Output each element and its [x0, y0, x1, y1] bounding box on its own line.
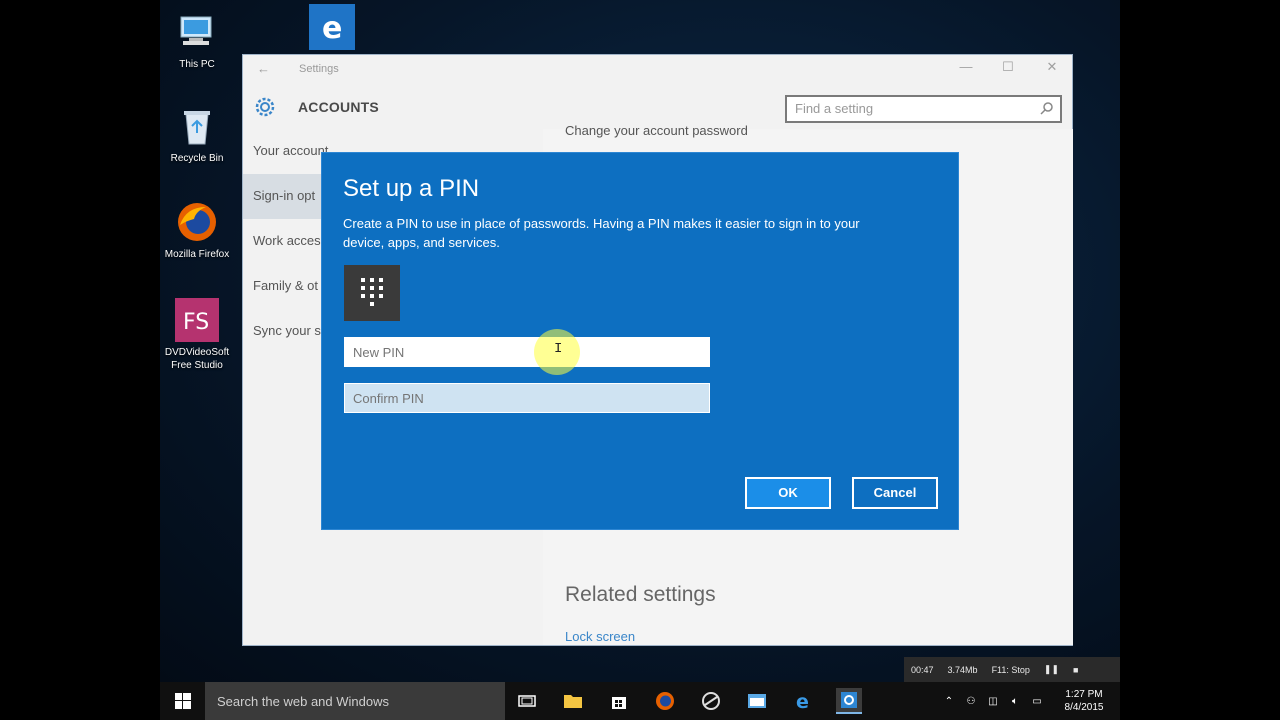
computer-icon — [175, 10, 219, 54]
volume-icon[interactable]: 🔈︎ — [1004, 696, 1026, 707]
desktop-icon-this-pc[interactable]: This PC — [160, 10, 235, 71]
window-app-taskbar-icon[interactable] — [744, 688, 770, 714]
clock[interactable]: 1:27 PM 8/4/2015 — [1048, 688, 1120, 714]
file-explorer-icon[interactable] — [560, 688, 586, 714]
edge-icon: e — [309, 4, 355, 50]
taskbar-search-placeholder: Search the web and Windows — [217, 694, 389, 709]
sidebar-item-label: Family & ot — [253, 278, 319, 293]
system-tray: ⌃ ⚇ ◫ 🔈︎ ▭ 1:27 PM 8/4/2015 — [938, 682, 1120, 720]
gear-icon — [253, 95, 277, 124]
taskbar-search-box[interactable]: Search the web and Windows — [205, 682, 505, 720]
taskbar: Search the web and Windows e ⌃ ⚇ ◫ 🔈︎ ▭ … — [160, 682, 1120, 720]
desktop-icon-label: Mozilla Firefox — [164, 249, 230, 260]
windows-logo-icon — [174, 693, 191, 709]
sidebar-item-label: Sync your s — [253, 323, 321, 338]
free-studio-icon: FS — [175, 298, 219, 342]
minimize-icon[interactable]: — — [951, 59, 981, 74]
settings-titlebar: ← Settings — ☐ ✕ — [243, 55, 1072, 83]
chevron-up-icon[interactable]: ⌃ — [938, 696, 960, 707]
lock-screen-link[interactable]: Lock screen — [565, 629, 635, 644]
desktop-icon-edge-shortcut[interactable]: e — [304, 4, 360, 54]
page-title: ACCOUNTS — [298, 99, 379, 115]
set-up-pin-dialog: Set up a PIN Create a PIN to use in plac… — [321, 152, 959, 530]
task-view-icon[interactable] — [514, 688, 540, 714]
action-center-icon[interactable]: ▭ — [1026, 696, 1048, 707]
recorder-size: 3.74Mb — [947, 664, 978, 675]
desktop-icon-firefox[interactable]: Mozilla Firefox — [160, 200, 235, 261]
confirm-pin-input[interactable] — [344, 383, 710, 413]
change-password-text: Change your account password — [565, 123, 748, 138]
related-settings-heading: Related settings — [565, 583, 716, 606]
back-arrow-icon[interactable]: ← — [257, 61, 270, 76]
cancel-button[interactable]: Cancel — [852, 477, 938, 509]
text-cursor-icon: I — [554, 341, 563, 357]
recorder-time: 00:47 — [911, 664, 934, 675]
ok-button[interactable]: OK — [745, 477, 831, 509]
clock-date: 8/4/2015 — [1064, 702, 1104, 713]
network-icon[interactable]: ◫ — [982, 696, 1004, 707]
dialog-description: Create a PIN to use in place of password… — [343, 216, 860, 250]
settings-taskbar-icon[interactable] — [836, 688, 862, 714]
recycle-bin-icon — [175, 104, 219, 148]
app-taskbar-icon[interactable] — [698, 688, 724, 714]
find-setting-input[interactable]: Find a setting — [785, 95, 1062, 123]
pause-icon[interactable]: ❚❚ — [1037, 664, 1066, 675]
maximize-icon[interactable]: ☐ — [993, 59, 1023, 75]
screen-recorder-bar: 00:47 3.74Mb F11: Stop ❚❚ ■ — [904, 657, 1120, 682]
people-icon[interactable]: ⚇ — [960, 696, 982, 707]
sidebar-item-label: Your account — [253, 143, 329, 158]
close-icon[interactable]: ✕ — [1037, 59, 1067, 75]
firefox-icon — [175, 200, 219, 244]
letterbox-left — [0, 0, 160, 720]
search-icon — [1040, 101, 1054, 118]
desktop-icon-label: Recycle Bin — [170, 153, 224, 164]
clock-time: 1:27 PM — [1065, 689, 1103, 700]
settings-header: ACCOUNTS Find a setting — [243, 83, 1072, 127]
svg-text:FS: FS — [183, 310, 209, 335]
recorder-stop-hint: F11: Stop — [991, 664, 1030, 675]
desktop-icon-dvdvideosoft[interactable]: FS DVDVideoSoft Free Studio — [160, 298, 235, 372]
desktop-icon-label: This PC — [179, 59, 215, 70]
desktop-icon-recycle-bin[interactable]: Recycle Bin — [160, 104, 235, 165]
keypad-icon — [344, 265, 400, 321]
store-icon[interactable] — [606, 688, 632, 714]
sidebar-item-label: Work acces — [253, 233, 321, 248]
desktop-icon-label: DVDVideoSoft Free Studio — [164, 347, 230, 371]
window-title: Settings — [299, 63, 339, 75]
edge-taskbar-icon[interactable]: e — [790, 688, 816, 714]
dialog-title: Set up a PIN — [343, 175, 480, 202]
stop-icon[interactable]: ■ — [1066, 665, 1085, 675]
start-button[interactable] — [160, 682, 205, 720]
find-setting-placeholder: Find a setting — [795, 101, 874, 116]
new-pin-input[interactable] — [344, 337, 710, 367]
firefox-taskbar-icon[interactable] — [652, 688, 678, 714]
sidebar-item-label: Sign-in opt — [253, 188, 316, 203]
svg-text:e: e — [796, 691, 809, 711]
letterbox-right — [1120, 0, 1280, 720]
svg-text:e: e — [322, 11, 342, 44]
